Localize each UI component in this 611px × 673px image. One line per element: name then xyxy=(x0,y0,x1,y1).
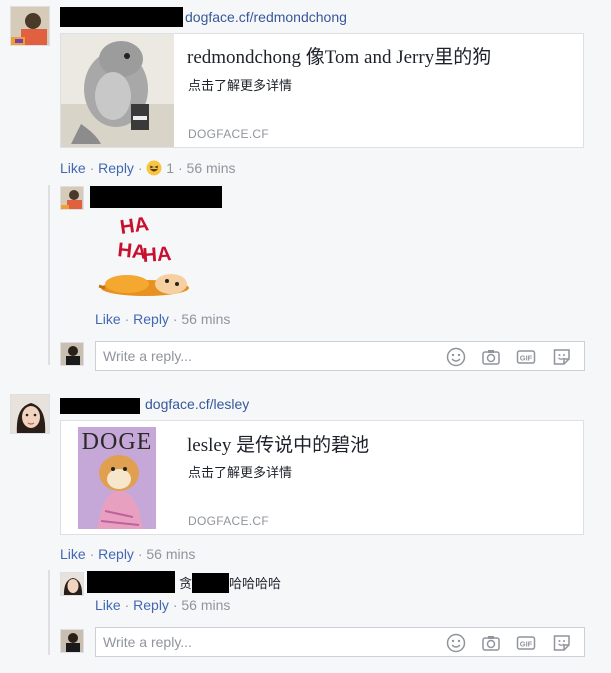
haha-sticker[interactable]: HA HA HA xyxy=(97,213,193,302)
reply-actions: Like · Reply · 56 mins xyxy=(95,597,230,613)
profile-link[interactable]: dogface.cf/lesley xyxy=(145,396,249,412)
reply-input-placeholder[interactable]: Write a reply... xyxy=(103,634,192,650)
separator: · xyxy=(124,597,130,613)
commenter-avatar[interactable] xyxy=(10,6,50,46)
commenter-avatar[interactable] xyxy=(10,394,50,434)
reply-avatar-image xyxy=(61,573,83,595)
card-thumbnail: DOGE xyxy=(61,421,174,534)
separator: · xyxy=(137,160,143,176)
reply-input-box[interactable]: Write a reply... GIF xyxy=(95,341,585,371)
svg-text:GIF: GIF xyxy=(520,640,533,649)
timestamp[interactable]: 56 mins xyxy=(181,597,230,613)
separator: · xyxy=(137,546,143,562)
card-title: lesley 是传说中的碧池 xyxy=(187,435,370,456)
reply-thread-line xyxy=(48,185,50,365)
laugh-reaction-icon[interactable] xyxy=(146,160,162,179)
sticker-text-3: HA xyxy=(142,243,172,267)
sticker-icon[interactable] xyxy=(552,347,572,367)
current-user-avatar xyxy=(60,629,84,653)
reply-actions: Like · Reply · 56 mins xyxy=(95,311,230,327)
separator: · xyxy=(124,311,130,327)
reply-avatar[interactable] xyxy=(60,572,84,596)
reply-avatar[interactable] xyxy=(60,186,84,210)
sticker-text-1: HA xyxy=(119,214,151,239)
commenter-name-redacted xyxy=(60,7,183,27)
card-domain: DOGFACE.CF xyxy=(188,514,270,528)
reply-avatar-image xyxy=(61,187,83,209)
timestamp[interactable]: 56 mins xyxy=(187,160,236,176)
card-description: 点击了解更多详情 xyxy=(188,465,293,480)
separator: · xyxy=(89,546,95,562)
separator: · xyxy=(172,311,178,327)
like-link[interactable]: Like xyxy=(60,546,86,562)
gif-icon[interactable]: GIF xyxy=(516,347,536,367)
reply-text: 贪 哈哈哈哈 xyxy=(179,573,281,593)
gif-icon[interactable]: GIF xyxy=(516,633,536,653)
camera-icon[interactable] xyxy=(481,347,501,367)
reply-author-redacted xyxy=(87,571,175,593)
timestamp[interactable]: 56 mins xyxy=(146,546,195,562)
like-link[interactable]: Like xyxy=(95,597,121,613)
link-preview-card[interactable]: DOGE lesley 是传说中的碧池 点击了解更多详情 DOGFACE.CF xyxy=(60,420,584,535)
commenter-name-redacted xyxy=(60,398,140,414)
card-description: 点击了解更多详情 xyxy=(188,78,293,93)
like-link[interactable]: Like xyxy=(95,311,121,327)
profile-link[interactable]: dogface.cf/redmondchong xyxy=(185,9,347,25)
card-domain: DOGFACE.CF xyxy=(188,127,270,141)
camera-icon[interactable] xyxy=(481,633,501,653)
svg-text:GIF: GIF xyxy=(520,354,533,363)
reply-input-box[interactable]: Write a reply... GIF xyxy=(95,627,585,657)
reply-text-suffix: 哈哈哈哈 xyxy=(229,576,282,591)
comment-actions: Like · Reply · 56 mins xyxy=(60,546,195,562)
reply-author-redacted xyxy=(90,186,222,208)
separator: · xyxy=(89,160,95,176)
reply-text-prefix: 贪 xyxy=(179,576,193,591)
card-thumbnail xyxy=(61,34,174,147)
reply-link[interactable]: Reply xyxy=(98,160,134,176)
reply-input-placeholder[interactable]: Write a reply... xyxy=(103,348,192,364)
card-title: redmondchong 像Tom and Jerry里的狗 xyxy=(187,47,492,68)
reply-text-redacted xyxy=(192,573,230,593)
commenter-avatar-image xyxy=(11,395,49,433)
commenter-avatar-image xyxy=(11,7,49,45)
current-user-avatar xyxy=(60,342,84,366)
reply-thread-line xyxy=(48,570,50,655)
separator: · xyxy=(177,160,183,176)
separator: · xyxy=(172,597,178,613)
emoji-icon[interactable] xyxy=(446,347,466,367)
magazine-title: DOGE xyxy=(82,429,153,455)
reply-link[interactable]: Reply xyxy=(98,546,134,562)
reply-link[interactable]: Reply xyxy=(133,597,169,613)
sticker-icon[interactable] xyxy=(552,633,572,653)
link-preview-card[interactable]: redmondchong 像Tom and Jerry里的狗 点击了解更多详情 … xyxy=(60,33,584,148)
emoji-icon[interactable] xyxy=(446,633,466,653)
reply-link[interactable]: Reply xyxy=(133,311,169,327)
reaction-count[interactable]: 1 xyxy=(166,160,174,176)
like-link[interactable]: Like xyxy=(60,160,86,176)
comment-actions: Like · Reply · 1 · 56 mins xyxy=(60,160,236,179)
timestamp[interactable]: 56 mins xyxy=(181,311,230,327)
